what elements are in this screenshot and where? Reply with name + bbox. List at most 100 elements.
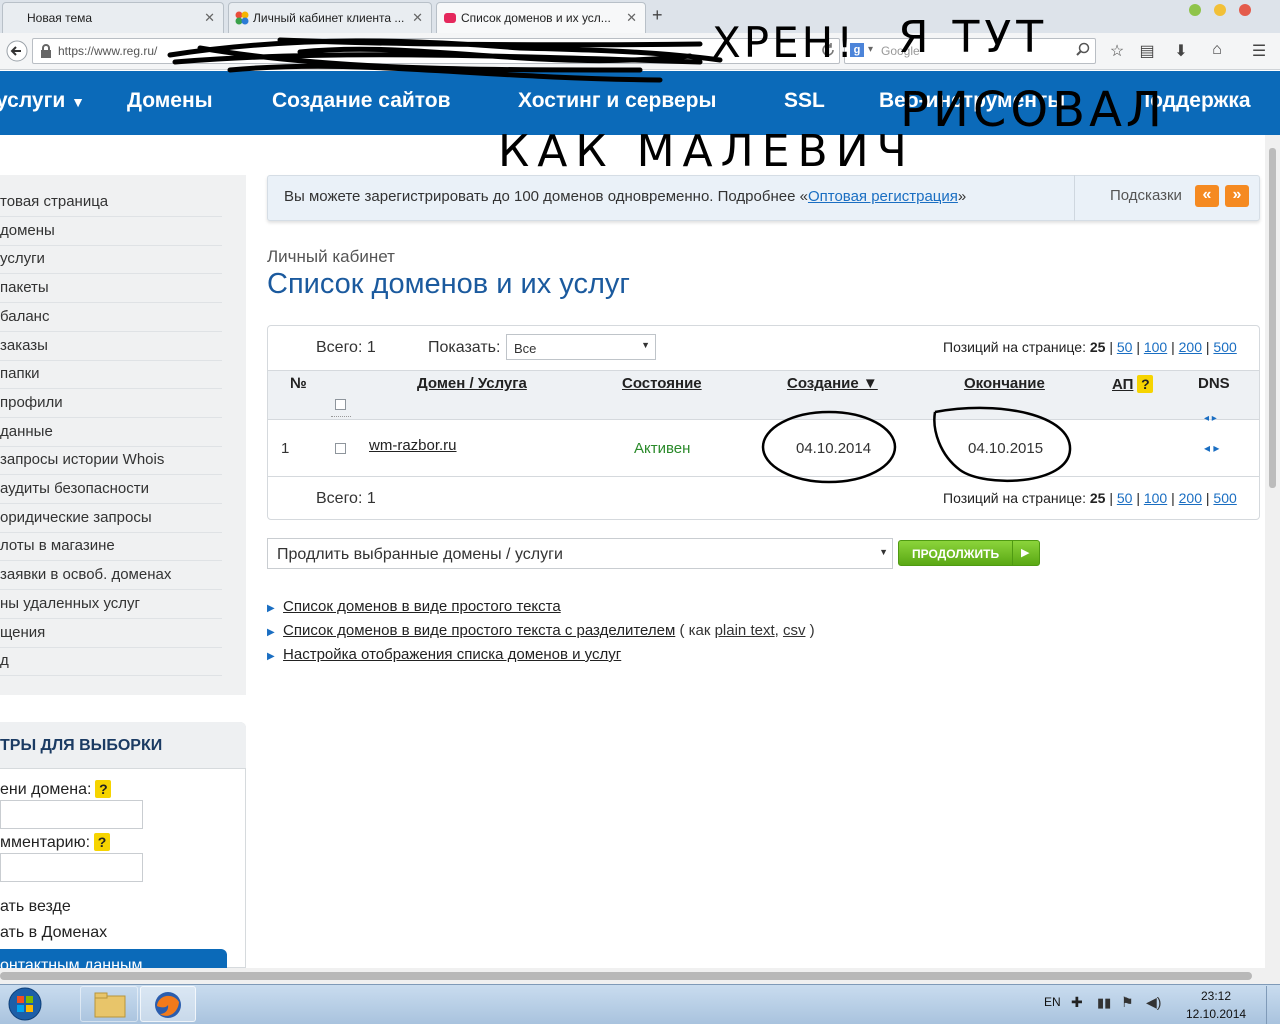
wholesale-registration-link[interactable]: Оптовая регистрация: [808, 188, 958, 205]
status-badge: Активен: [634, 440, 691, 457]
sidebar-item[interactable]: заявки в освоб. доменах: [0, 561, 222, 591]
dns-arrows-icon[interactable]: ◂ ▸: [1204, 441, 1219, 455]
bulk-action-select[interactable]: Продлить выбранные домены / услуги ▼: [267, 538, 893, 569]
bookmark-star-icon[interactable]: ☆: [1106, 41, 1128, 61]
sidebar-item[interactable]: данные: [0, 418, 222, 447]
close-icon[interactable]: ✕: [204, 10, 215, 26]
menu-item-services[interactable]: услуги ▼: [0, 89, 85, 113]
per-page-option[interactable]: 100: [1144, 339, 1167, 355]
new-tab-button[interactable]: +: [652, 5, 663, 26]
show-desktop-button[interactable]: [1266, 986, 1280, 1024]
sidebar-item[interactable]: оридические запросы: [0, 504, 222, 533]
domain-link[interactable]: wm-razbor.ru: [369, 437, 457, 454]
hints-next-button[interactable]: »: [1225, 185, 1249, 207]
tray-expand-icon[interactable]: ✚: [1071, 994, 1083, 1011]
column-header-created[interactable]: Создание ▼: [787, 375, 878, 392]
sidebar-item[interactable]: пакеты: [0, 274, 222, 304]
action-center-flag-icon[interactable]: ⚑: [1121, 994, 1134, 1011]
bullet-arrow-icon: ▶: [267, 627, 275, 638]
sidebar-item[interactable]: профили: [0, 389, 222, 418]
plain-text-list-link[interactable]: Список доменов в виде простого текста: [283, 598, 561, 615]
per-page-option[interactable]: 50: [1117, 490, 1133, 506]
start-button-icon[interactable]: [5, 986, 45, 1022]
sidebar-item[interactable]: д: [0, 647, 222, 677]
column-header-expires[interactable]: Окончание: [964, 375, 1045, 392]
checkbox-dotted-line: [331, 416, 351, 417]
hints-prev-button[interactable]: «: [1195, 185, 1219, 207]
url-text: https://www.reg.ru/: [58, 44, 158, 58]
per-page-option[interactable]: 500: [1213, 490, 1236, 506]
back-icon[interactable]: [6, 40, 28, 62]
column-header-status[interactable]: Состояние: [622, 375, 702, 392]
contacts-filter-button[interactable]: онтактным данным: [0, 949, 227, 968]
sidebar-item[interactable]: баланс: [0, 303, 222, 332]
sidebar-item[interactable]: щения: [0, 619, 222, 648]
menu-item-ssl[interactable]: SSL: [784, 89, 825, 113]
horizontal-scrollbar-thumb[interactable]: [0, 972, 1252, 980]
sidebar-item[interactable]: ны удаленных услуг: [0, 590, 222, 619]
plain-text-format-link[interactable]: plain text: [715, 622, 775, 639]
network-icon[interactable]: ▮▮: [1097, 995, 1111, 1011]
language-indicator[interactable]: EN: [1044, 995, 1061, 1009]
per-page-option[interactable]: 200: [1179, 490, 1202, 506]
continue-button[interactable]: ПРОДОЛЖИТЬ ▶: [898, 540, 1040, 566]
tab-new-topic[interactable]: Новая тема ✕: [2, 2, 224, 33]
per-page-option[interactable]: 100: [1144, 490, 1167, 506]
bulk-action-value: Продлить выбранные домены / услуги: [277, 546, 563, 563]
per-page-option[interactable]: 500: [1213, 339, 1236, 355]
window-minimize-icon[interactable]: [1189, 4, 1201, 16]
help-icon[interactable]: ?: [94, 833, 111, 851]
column-header-domain[interactable]: Домен / Услуга: [417, 375, 527, 392]
display-settings-link[interactable]: Настройка отображения списка доменов и у…: [283, 646, 621, 663]
help-icon[interactable]: ?: [1137, 375, 1154, 393]
close-icon[interactable]: ✕: [412, 10, 423, 26]
sidebar-item[interactable]: услуги: [0, 245, 222, 275]
select-all-checkbox[interactable]: [335, 399, 346, 410]
search-engine-dropdown-icon[interactable]: ▾: [868, 44, 873, 55]
menu-icon[interactable]: ☰: [1248, 41, 1270, 61]
sidebar-item[interactable]: лоты в магазине: [0, 532, 222, 562]
sidebar-item[interactable]: домены: [0, 217, 222, 246]
comment-filter-input[interactable]: [0, 853, 143, 882]
window-maximize-icon[interactable]: [1214, 4, 1226, 16]
sidebar-item[interactable]: запросы истории Whois: [0, 446, 222, 476]
help-icon[interactable]: ?: [95, 780, 112, 798]
dns-sort-arrows-icon[interactable]: ◂ ▸: [1204, 413, 1217, 424]
breadcrumb[interactable]: Личный кабинет: [267, 247, 395, 267]
clock-time[interactable]: 23:12: [1201, 989, 1231, 1003]
scribble-text-1: ХРЕН!: [712, 18, 857, 67]
menu-item-hosting[interactable]: Хостинг и серверы: [518, 89, 716, 113]
column-header-ap[interactable]: АП?: [1112, 375, 1154, 393]
sidebar-item[interactable]: аудиты безопасности: [0, 475, 222, 504]
row-checkbox[interactable]: [335, 443, 346, 454]
per-page-option[interactable]: 50: [1117, 339, 1133, 355]
tab-domain-list[interactable]: Список доменов и их усл... ✕: [436, 2, 646, 33]
search-everywhere-option[interactable]: ать везде: [0, 898, 71, 916]
regru-favicon-icon: [235, 11, 249, 25]
clock-date[interactable]: 12.10.2014: [1186, 1007, 1246, 1021]
menu-item-domains[interactable]: Домены: [127, 89, 213, 113]
sidebar-item[interactable]: товая страница: [0, 188, 222, 217]
per-page-option[interactable]: 200: [1179, 339, 1202, 355]
bookmarks-list-icon[interactable]: ▤: [1136, 41, 1158, 61]
taskbar-firefox-button[interactable]: [140, 986, 196, 1022]
search-icon[interactable]: [1076, 42, 1090, 56]
tab-client-cabinet[interactable]: Личный кабинет клиента ... ✕: [228, 2, 432, 33]
domain-name-filter-input[interactable]: [0, 800, 143, 829]
row-number: 1: [281, 440, 290, 457]
taskbar-explorer-button[interactable]: [80, 986, 138, 1022]
csv-format-link[interactable]: csv: [783, 622, 806, 639]
show-filter-select[interactable]: Все ▼: [506, 334, 656, 360]
volume-icon[interactable]: ◀): [1146, 994, 1161, 1011]
bullet-arrow-icon: ▶: [267, 603, 275, 614]
menu-item-site-builder[interactable]: Создание сайтов: [272, 89, 451, 113]
delimited-text-list-link[interactable]: Список доменов в виде простого текста с …: [283, 622, 675, 639]
vertical-scrollbar-thumb[interactable]: [1269, 148, 1276, 488]
sidebar-item[interactable]: папки: [0, 360, 222, 390]
window-close-icon[interactable]: [1239, 4, 1251, 16]
home-icon[interactable]: ⌂: [1206, 41, 1228, 61]
search-in-domains-option[interactable]: ать в Доменах: [0, 924, 107, 942]
close-icon[interactable]: ✕: [626, 10, 637, 26]
sidebar-item[interactable]: заказы: [0, 332, 222, 361]
downloads-icon[interactable]: ⬇: [1170, 41, 1192, 61]
